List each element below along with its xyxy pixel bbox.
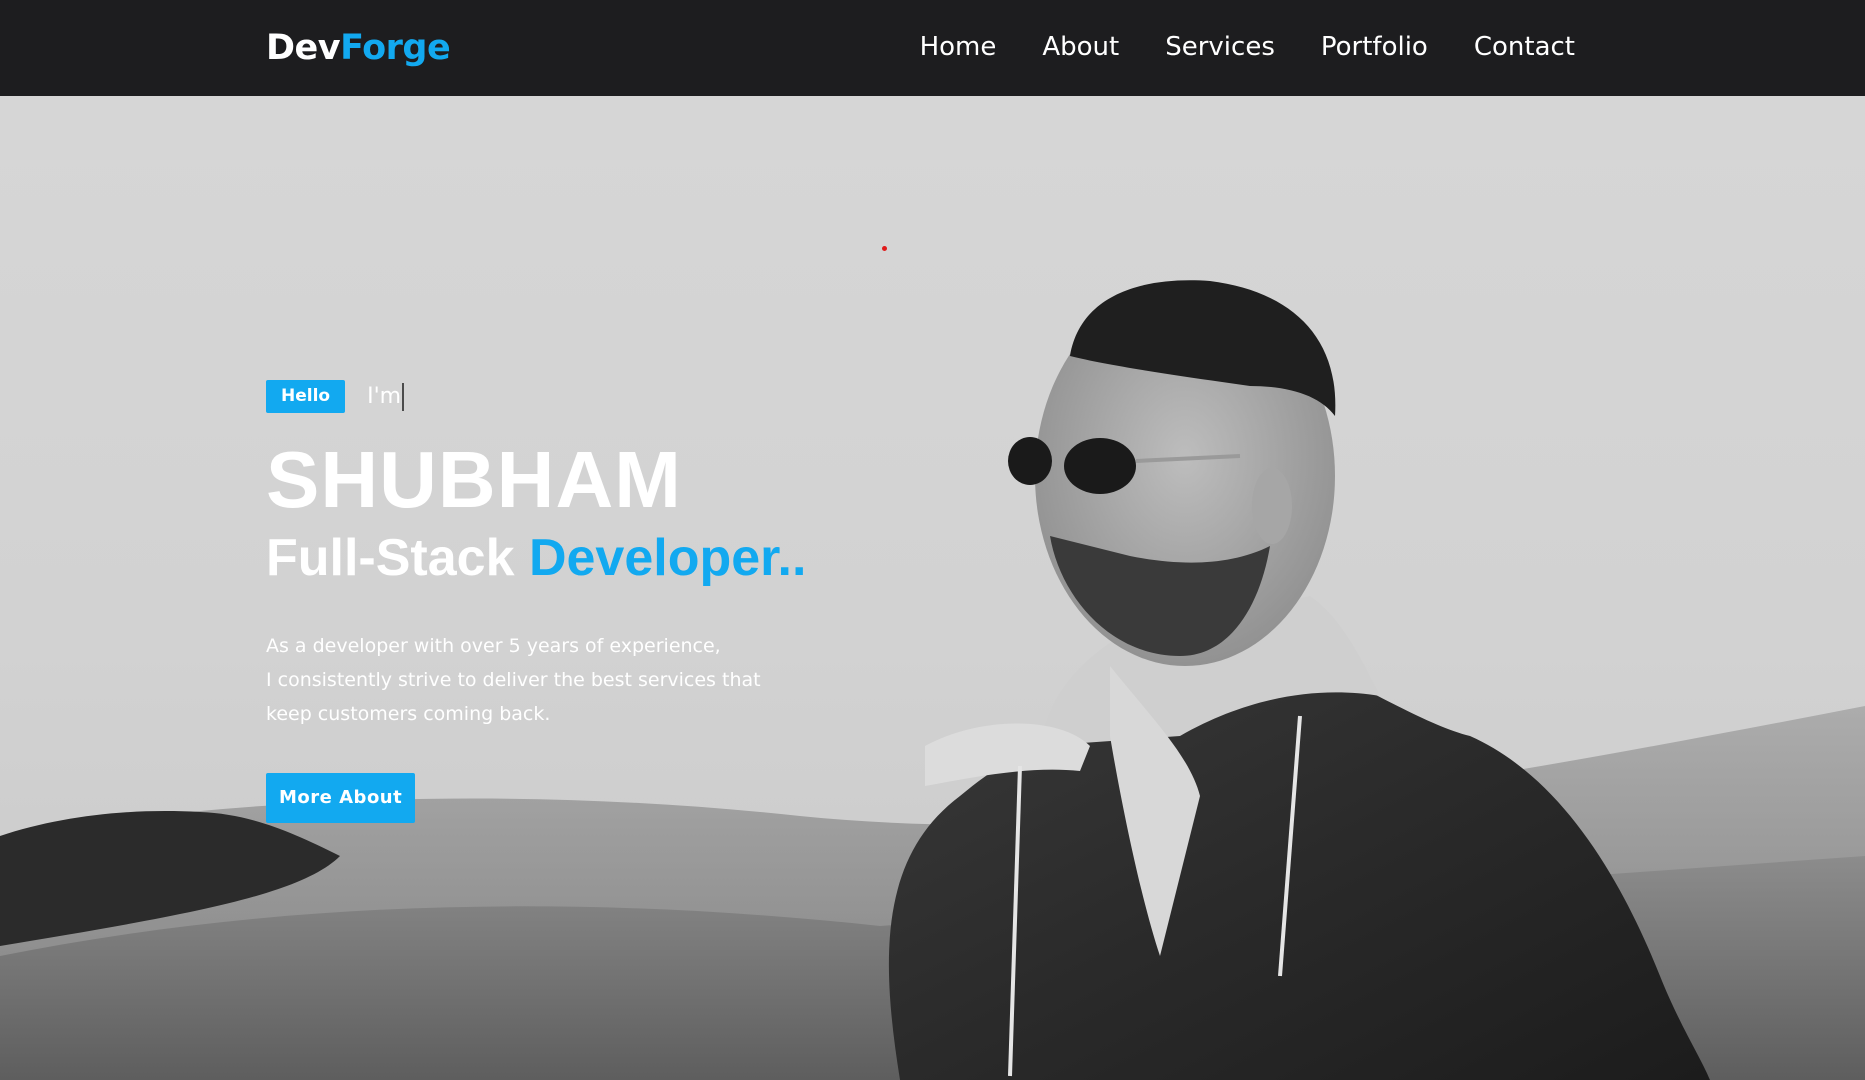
hero-description-line-2: I consistently strive to deliver the bes… xyxy=(266,669,761,691)
hero-role-part1: Full-Stack xyxy=(266,529,529,587)
cursor-dot xyxy=(882,246,887,251)
top-navbar: DevForge Home About Services Portfolio C… xyxy=(0,0,1865,96)
hero-role-part2: Developer.. xyxy=(528,529,807,587)
hero-role: Full-Stack Developer.. xyxy=(266,525,886,591)
nav-link-services[interactable]: Services xyxy=(1165,30,1275,64)
nav-link-portfolio[interactable]: Portfolio xyxy=(1321,30,1428,64)
hero-section: Hello I'm SHUBHAM Full-Stack Developer..… xyxy=(0,96,1865,1080)
greeting-row: Hello I'm xyxy=(266,380,886,413)
hero-content: Hello I'm SHUBHAM Full-Stack Developer..… xyxy=(266,380,886,823)
typing-caret xyxy=(402,382,405,411)
nav-link-about[interactable]: About xyxy=(1042,30,1119,64)
nav-link-home[interactable]: Home xyxy=(920,30,997,64)
nav-link-contact[interactable]: Contact xyxy=(1474,30,1575,64)
nav-links: Home About Services Portfolio Contact xyxy=(920,30,1575,64)
hero-description: As a developer with over 5 years of expe… xyxy=(266,629,786,731)
more-about-button[interactable]: More About xyxy=(266,773,416,823)
typed-text-value: I'm xyxy=(367,383,402,409)
brand-logo-part2: Forge xyxy=(340,28,451,68)
hero-description-line-1: As a developer with over 5 years of expe… xyxy=(266,635,721,657)
hello-badge: Hello xyxy=(266,380,346,413)
hero-description-line-3: keep customers coming back. xyxy=(266,703,551,725)
brand-logo[interactable]: DevForge xyxy=(266,26,451,70)
hero-name: SHUBHAM xyxy=(266,435,682,524)
brand-logo-part1: Dev xyxy=(266,28,341,68)
typed-text: I'm xyxy=(367,382,405,411)
